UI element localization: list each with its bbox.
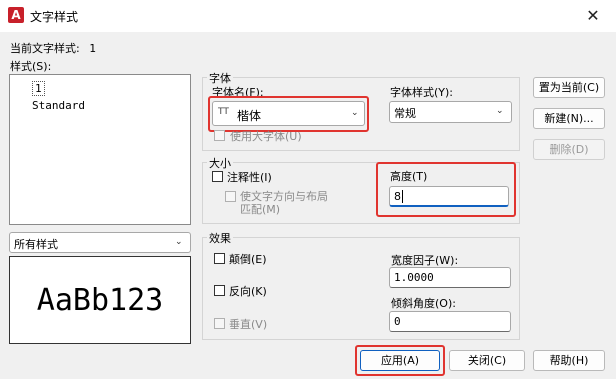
styles-label: 样式(S): bbox=[10, 60, 52, 73]
oblique-label: 倾斜角度(O): bbox=[391, 297, 456, 310]
title-bar bbox=[0, 0, 616, 32]
effects-group-label: 效果 bbox=[207, 230, 233, 246]
current-style-row: 当前文字样式: 1 bbox=[10, 40, 96, 56]
vertical-label: 垂直(V) bbox=[229, 318, 268, 331]
oblique-input[interactable]: 0 bbox=[389, 311, 511, 332]
annotative-checkbox[interactable] bbox=[212, 171, 223, 182]
window-title: 文字样式 bbox=[30, 10, 79, 24]
app-icon: A bbox=[8, 7, 24, 23]
chevron-down-icon: ⌄ bbox=[175, 237, 183, 247]
style-filter-value: 所有样式 bbox=[14, 238, 58, 251]
preview-text: AaBb123 bbox=[36, 283, 164, 318]
styles-list-item[interactable]: 1 bbox=[32, 81, 45, 96]
backwards-label: 反向(K) bbox=[229, 285, 267, 298]
upside-down-label: 颠倒(E) bbox=[229, 253, 267, 266]
upside-down-checkbox[interactable] bbox=[214, 253, 225, 264]
font-name-highlight bbox=[208, 96, 369, 132]
preview-box: AaBb123 bbox=[9, 256, 191, 344]
font-style-label: 字体样式(Y): bbox=[390, 86, 454, 99]
set-current-button[interactable]: 置为当前(C) bbox=[533, 77, 605, 98]
oblique-value: 0 bbox=[394, 315, 401, 328]
width-factor-label: 宽度因子(W): bbox=[391, 254, 459, 267]
close-button[interactable]: 关闭(C) bbox=[449, 350, 525, 371]
height-highlight bbox=[376, 162, 516, 217]
width-factor-value: 1.0000 bbox=[394, 271, 434, 284]
font-style-value: 常规 bbox=[394, 107, 416, 120]
match-layout-label-2: 匹配(M) bbox=[240, 203, 281, 216]
vertical-checkbox[interactable] bbox=[214, 318, 225, 329]
font-style-select[interactable]: 常规 ⌄ bbox=[389, 101, 512, 123]
backwards-checkbox[interactable] bbox=[214, 285, 225, 296]
styles-list[interactable]: 1 Standard bbox=[9, 74, 191, 225]
delete-button[interactable]: 删除(D) bbox=[533, 139, 605, 160]
width-factor-input[interactable]: 1.0000 bbox=[389, 267, 511, 288]
help-button[interactable]: 帮助(H) bbox=[533, 350, 605, 371]
big-font-checkbox[interactable] bbox=[214, 130, 225, 141]
styles-list-item[interactable]: Standard bbox=[32, 99, 85, 112]
apply-highlight bbox=[355, 345, 445, 376]
close-icon[interactable]: ✕ bbox=[574, 2, 612, 30]
big-font-label: 使用大字体(U) bbox=[230, 130, 302, 143]
chevron-down-icon: ⌄ bbox=[496, 106, 504, 116]
style-filter-select[interactable]: 所有样式 ⌄ bbox=[9, 232, 191, 253]
annotative-label: 注释性(I) bbox=[227, 171, 272, 184]
current-style-label: 当前文字样式: bbox=[10, 42, 80, 55]
new-button[interactable]: 新建(N)... bbox=[533, 108, 605, 129]
current-style-value: 1 bbox=[89, 42, 96, 55]
match-layout-checkbox[interactable] bbox=[225, 191, 236, 202]
